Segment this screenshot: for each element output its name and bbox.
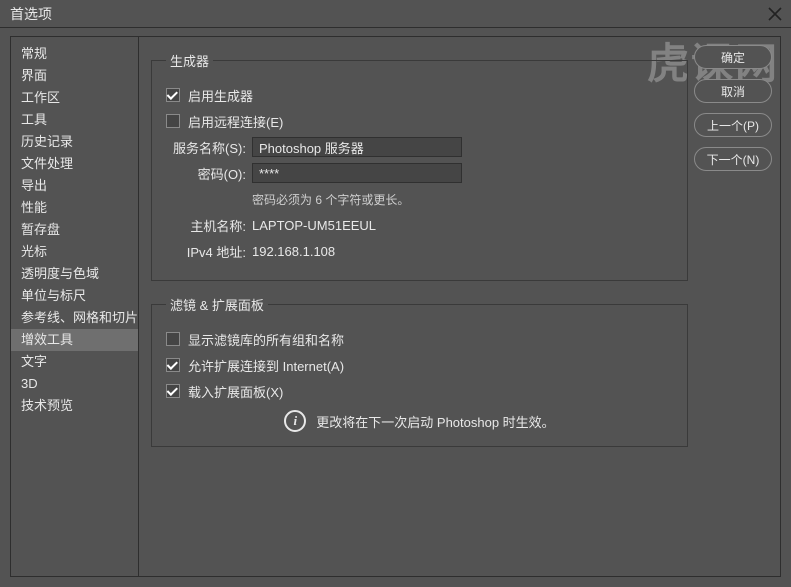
sidebar-item-transparency[interactable]: 透明度与色域 <box>11 263 138 285</box>
next-button[interactable]: 下一个(N) <box>694 147 772 171</box>
sidebar-item-history[interactable]: 历史记录 <box>11 131 138 153</box>
enable-generator-checkbox[interactable] <box>166 88 180 102</box>
ok-button[interactable]: 确定 <box>694 45 772 69</box>
host-value: LAPTOP-UM51EEUL <box>252 218 376 233</box>
close-icon[interactable] <box>767 6 783 22</box>
load-panels-checkbox[interactable] <box>166 384 180 398</box>
sidebar-item-interface[interactable]: 界面 <box>11 65 138 87</box>
sidebar-item-units[interactable]: 单位与标尺 <box>11 285 138 307</box>
sidebar-item-techpreview[interactable]: 技术预览 <box>11 395 138 417</box>
allow-internet-label: 允许扩展连接到 Internet(A) <box>188 356 344 375</box>
password-label: 密码(O): <box>166 164 246 183</box>
sidebar-item-performance[interactable]: 性能 <box>11 197 138 219</box>
sidebar-item-export[interactable]: 导出 <box>11 175 138 197</box>
show-filter-lib-checkbox[interactable] <box>166 332 180 346</box>
info-icon: i <box>284 410 306 432</box>
generator-group: 生成器 启用生成器 启用远程连接(E) 服务名称(S): 密码(O): 密码必须… <box>151 51 688 281</box>
service-name-input[interactable] <box>252 137 462 157</box>
password-helper: 密码必须为 6 个字符或更长。 <box>252 191 409 208</box>
ip-label: IPv4 地址: <box>166 242 246 261</box>
sidebar-item-filehandling[interactable]: 文件处理 <box>11 153 138 175</box>
restart-notice: 更改将在下一次启动 Photoshop 时生效。 <box>316 412 554 431</box>
service-name-label: 服务名称(S): <box>166 138 246 157</box>
sidebar-item-tools[interactable]: 工具 <box>11 109 138 131</box>
prev-button[interactable]: 上一个(P) <box>694 113 772 137</box>
main-panel: 确定 取消 上一个(P) 下一个(N) 生成器 启用生成器 启用远程连接(E) … <box>139 37 780 576</box>
extensions-group: 滤镜 & 扩展面板 显示滤镜库的所有组和名称 允许扩展连接到 Internet(… <box>151 295 688 447</box>
sidebar-item-type[interactable]: 文字 <box>11 351 138 373</box>
host-label: 主机名称: <box>166 216 246 235</box>
sidebar-item-plugins[interactable]: 增效工具 <box>11 329 138 351</box>
sidebar-item-workspace[interactable]: 工作区 <box>11 87 138 109</box>
allow-internet-checkbox[interactable] <box>166 358 180 372</box>
sidebar-item-3d[interactable]: 3D <box>11 373 138 395</box>
password-input[interactable] <box>252 163 462 183</box>
load-panels-label: 载入扩展面板(X) <box>188 382 283 401</box>
generator-legend: 生成器 <box>166 51 213 70</box>
sidebar: 常规 界面 工作区 工具 历史记录 文件处理 导出 性能 暂存盘 光标 透明度与… <box>11 37 139 576</box>
enable-remote-checkbox[interactable] <box>166 114 180 128</box>
enable-remote-label: 启用远程连接(E) <box>188 112 283 131</box>
sidebar-item-general[interactable]: 常规 <box>11 43 138 65</box>
sidebar-item-cursors[interactable]: 光标 <box>11 241 138 263</box>
extensions-legend: 滤镜 & 扩展面板 <box>166 295 268 314</box>
enable-generator-label: 启用生成器 <box>188 86 253 105</box>
sidebar-item-scratch[interactable]: 暂存盘 <box>11 219 138 241</box>
ip-value: 192.168.1.108 <box>252 244 335 259</box>
cancel-button[interactable]: 取消 <box>694 79 772 103</box>
sidebar-item-guides[interactable]: 参考线、网格和切片 <box>11 307 138 329</box>
window-title: 首选项 <box>10 4 52 24</box>
show-filter-lib-label: 显示滤镜库的所有组和名称 <box>188 330 344 349</box>
